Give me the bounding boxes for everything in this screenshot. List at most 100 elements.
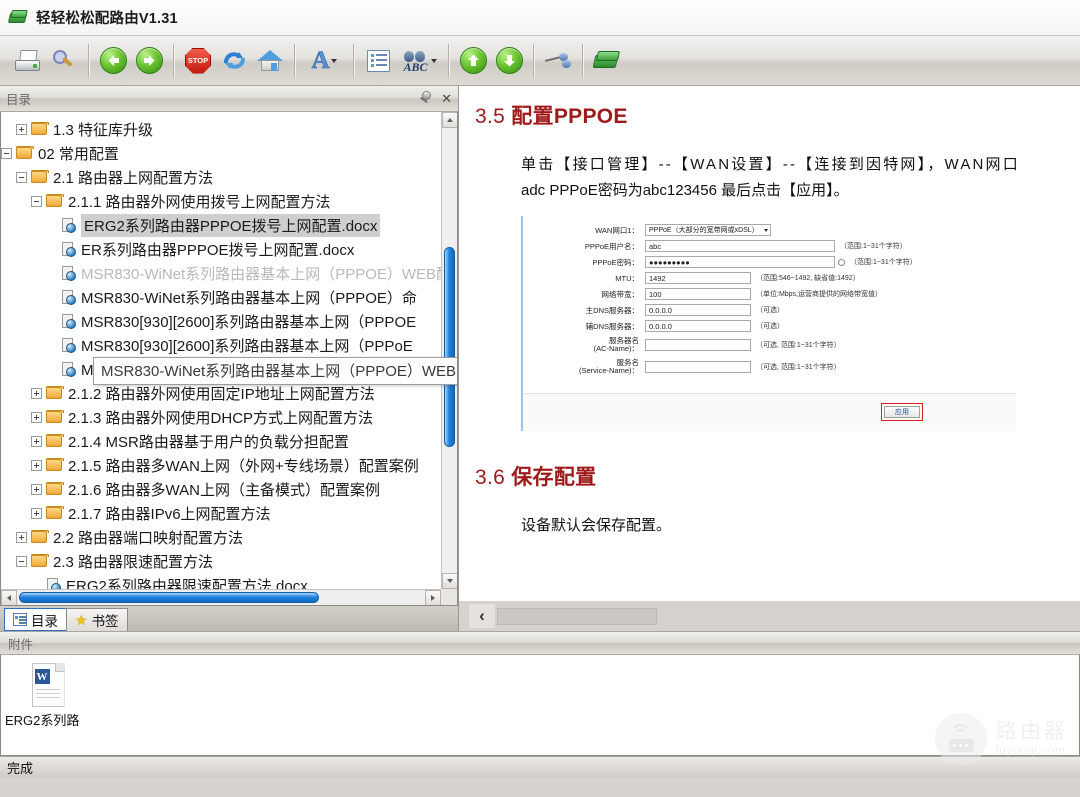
- wan-mode-select[interactable]: PPPoE（大部分的宽带网或xDSL）: [645, 224, 771, 236]
- scroll-right-button[interactable]: [425, 590, 441, 605]
- tab-contents[interactable]: 目录: [4, 608, 67, 631]
- tree-collapse-toggle[interactable]: [16, 555, 27, 567]
- scroll-up-button[interactable]: [442, 112, 457, 128]
- print-button[interactable]: [10, 41, 46, 81]
- document-icon: [61, 337, 76, 353]
- tree-document-row[interactable]: MSR830[930][2600]系列路由器基本上网（PPPOE: [1, 309, 441, 333]
- tree-item-label: 2.1.5 路由器多WAN上网（外网+专线场景）配置案例: [68, 457, 419, 475]
- chevron-down-icon[interactable]: [430, 58, 437, 63]
- document-view[interactable]: 3.5 配置PPPOE 单击【接口管理】--【WAN设置】--【连接到因特网】，…: [459, 86, 1080, 601]
- document-nav-track[interactable]: [497, 607, 657, 625]
- tree-expand-toggle[interactable]: [31, 507, 42, 519]
- next-match-button[interactable]: [491, 41, 527, 81]
- folder-icon: [46, 410, 64, 424]
- tree-document-row[interactable]: MSR830-WiNet系列路由器基本上网（PPPOE）WEB配: [1, 261, 441, 285]
- tab-bookmarks[interactable]: ★ 书签: [66, 608, 128, 631]
- tree-folder-row[interactable]: 02 常用配置: [1, 141, 441, 165]
- form-input-value: 0.0.0.0: [649, 321, 672, 331]
- scroll-left-button[interactable]: [1, 590, 17, 605]
- tree-expand-toggle[interactable]: [31, 483, 42, 495]
- tree-expand-toggle[interactable]: [31, 435, 42, 447]
- form-label: WAN网口1：: [595, 225, 639, 235]
- toolbar: STOP A ABC: [0, 36, 1080, 86]
- embedded-router-config-image: WAN网口1： PPPoE（大部分的宽带网或xDSL） PPPoE用户名： abc （范…: [521, 216, 1016, 431]
- contents-button[interactable]: [360, 41, 396, 81]
- tree-folder-row[interactable]: 2.2 路由器端口映射配置方法: [1, 525, 441, 549]
- tree-item-label: 2.3 路由器限速配置方法: [53, 553, 214, 571]
- tree-document-row[interactable]: MSR830[930][2600]系列路由器基本上网（PPPoE: [1, 333, 441, 357]
- panel-tabs: 目录 ★ 书签: [0, 606, 458, 631]
- form-input[interactable]: 0.0.0.0: [645, 320, 751, 332]
- glossary-button[interactable]: [589, 41, 625, 81]
- form-hint: （可选）: [756, 307, 784, 314]
- section-paragraph-line-1: 单击【接口管理】--【WAN设置】--【连接到因特网】，WAN网口: [521, 156, 1020, 173]
- scroll-down-button[interactable]: [442, 573, 457, 589]
- document-icon: [61, 265, 76, 281]
- section-number: 3.6: [475, 466, 506, 489]
- links-button[interactable]: [540, 41, 576, 81]
- search-button[interactable]: [46, 41, 82, 81]
- tree-folder-row[interactable]: 2.1.6 路由器多WAN上网（主备模式）配置案例: [1, 477, 441, 501]
- window-title: 轻轻松松配路由V1.31: [36, 11, 178, 27]
- form-label: PPPoE密码：: [592, 257, 639, 267]
- form-input[interactable]: abc: [645, 240, 835, 252]
- back-button[interactable]: [95, 41, 131, 81]
- folder-icon: [46, 434, 64, 448]
- tree-expand-toggle[interactable]: [31, 387, 42, 399]
- form-input[interactable]: 0.0.0.0: [645, 304, 751, 316]
- tree-folder-row[interactable]: 2.1 路由器上网配置方法: [1, 165, 441, 189]
- attachment-item[interactable]: W ERG2系列路: [5, 663, 85, 729]
- stop-button[interactable]: STOP: [180, 41, 216, 81]
- chevron-left-icon[interactable]: ‹: [469, 604, 495, 628]
- form-input[interactable]: [645, 361, 751, 373]
- tree-item-label: 02 常用配置: [38, 145, 119, 163]
- refresh-button[interactable]: [216, 41, 252, 81]
- attachments-panel: 附件 W ERG2系列路: [0, 631, 1080, 756]
- form-input[interactable]: ●●●●●●●●●: [645, 256, 835, 268]
- tree-collapse-toggle[interactable]: [31, 195, 42, 207]
- apply-button[interactable]: 应用: [884, 406, 920, 418]
- form-input[interactable]: [645, 339, 751, 351]
- tree-folder-row[interactable]: 1.3 特征库升级: [1, 117, 441, 141]
- tree-expand-toggle[interactable]: [31, 459, 42, 471]
- tree-expand-toggle[interactable]: [31, 411, 42, 423]
- tree-document-row[interactable]: ERG2系列路由器限速配置方法.docx: [1, 573, 441, 589]
- form-label: PPPoE用户名：: [584, 241, 639, 251]
- tree-vertical-scrollbar[interactable]: [441, 112, 457, 589]
- form-row: 辅DNS服务器： 0.0.0.0 （可选）: [537, 318, 1016, 334]
- previous-match-button[interactable]: [455, 41, 491, 81]
- home-button[interactable]: [252, 41, 288, 81]
- folder-icon: [31, 170, 49, 184]
- tree-horizontal-scrollbar[interactable]: [1, 589, 441, 605]
- tree-collapse-toggle[interactable]: [16, 171, 27, 183]
- forward-button[interactable]: [131, 41, 167, 81]
- attachments-list[interactable]: W ERG2系列路: [0, 655, 1080, 756]
- font-size-button[interactable]: A: [301, 41, 347, 81]
- pin-icon[interactable]: [419, 91, 434, 106]
- tree-folder-row[interactable]: 2.1.5 路由器多WAN上网（外网+专线场景）配置案例: [1, 453, 441, 477]
- close-icon[interactable]: ✕: [441, 92, 452, 105]
- tree-folder-row[interactable]: 2.1.3 路由器外网使用DHCP方式上网配置方法: [1, 405, 441, 429]
- tree-expand-toggle[interactable]: [16, 123, 27, 135]
- tree-collapse-toggle[interactable]: [1, 147, 12, 159]
- tree-document-row[interactable]: MSR830-WiNet系列路由器基本上网（PPPOE）命: [1, 285, 441, 309]
- tree-document-row[interactable]: ERG2系列路由器PPPOE拨号上网配置.docx: [1, 213, 441, 237]
- horizontal-scroll-thumb[interactable]: [19, 592, 319, 603]
- tree-folder-row[interactable]: 2.1.7 路由器IPv6上网配置方法: [1, 501, 441, 525]
- chevron-down-icon[interactable]: [330, 58, 337, 63]
- vertical-scroll-thumb[interactable]: [444, 247, 455, 447]
- tree-container[interactable]: 1.3 特征库升级 02 常用配置 2.1 路由器上网配置方法 2.1.1 路由器外网…: [0, 112, 458, 606]
- form-input[interactable]: 1492: [645, 272, 751, 284]
- tree-document-row[interactable]: ER系列路由器PPPOE拨号上网配置.docx: [1, 237, 441, 261]
- contents-tree[interactable]: 1.3 特征库升级 02 常用配置 2.1 路由器上网配置方法 2.1.1 路由器外网…: [1, 112, 441, 589]
- form-input[interactable]: 100: [645, 288, 751, 300]
- find-text-button[interactable]: ABC: [396, 41, 442, 81]
- tree-item-label: 2.1.1 路由器外网使用拨号上网配置方法: [68, 193, 331, 211]
- section-heading-3-6: 3.6 保存配置: [475, 461, 1080, 491]
- tree-folder-row[interactable]: 2.1.4 MSR路由器基于用户的负载分担配置: [1, 429, 441, 453]
- folder-icon: [31, 530, 49, 544]
- tree-folder-row[interactable]: 2.3 路由器限速配置方法: [1, 549, 441, 573]
- tree-expand-toggle[interactable]: [16, 531, 27, 543]
- show-password-icon[interactable]: [838, 258, 845, 266]
- tree-folder-row[interactable]: 2.1.1 路由器外网使用拨号上网配置方法: [1, 189, 441, 213]
